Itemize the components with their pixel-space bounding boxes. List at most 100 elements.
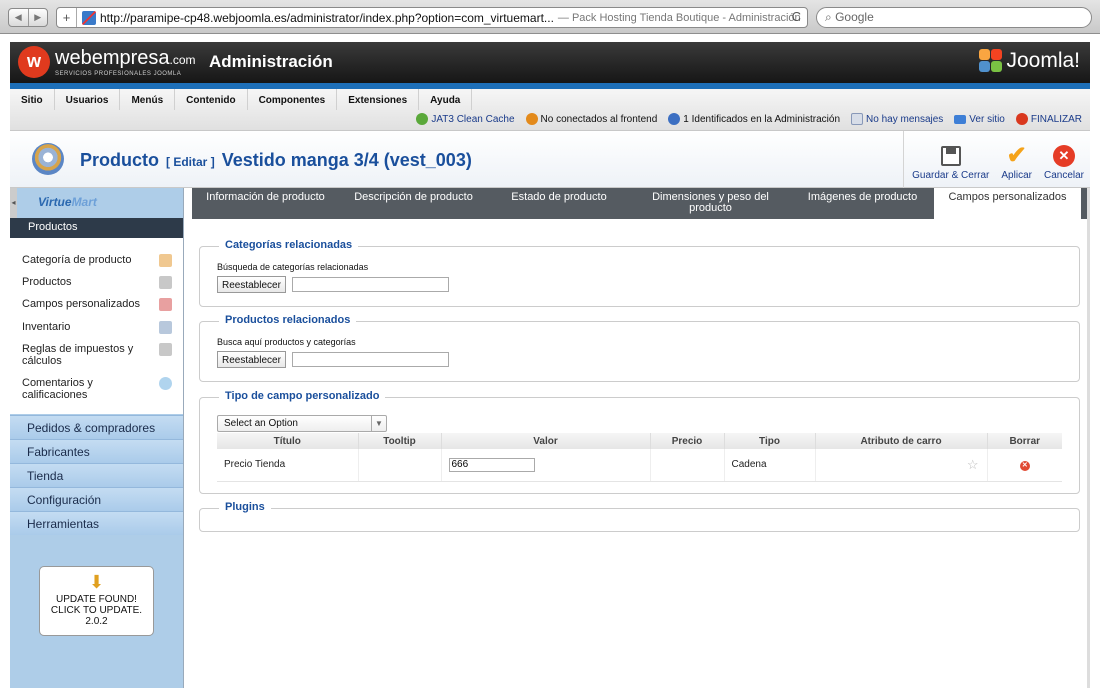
page-title: Producto [ Editar ] Vestido manga 3/4 (v… [80,150,472,171]
sidebar-item-inventario[interactable]: Inventario [22,321,172,334]
update-button[interactable]: ⬇ UPDATE FOUND! CLICK TO UPDATE. 2.0.2 [39,566,154,636]
content-border [1087,188,1090,688]
page-title-edit: [ Editar ] [166,155,215,169]
admin-users-icon [668,113,681,125]
clean-cache-label: JAT3 Clean Cache [431,113,515,125]
webempresa-logo[interactable]: w webempresa.com SERVICIOS PROFESIONALES… [18,46,196,78]
menu-extensiones[interactable]: Extensiones [337,89,420,110]
sidebar-item-impuestos[interactable]: Reglas de impuestos y cálculos [22,343,147,367]
cancel-icon: ✕ [1052,145,1075,167]
tab-imagenes[interactable]: Imágenes de producto [791,188,934,219]
sidebar-section-fabricantes[interactable]: Fabricantes [10,439,183,463]
cell-type: Cadena [724,449,816,482]
table-row: Precio Tienda Cadena ☆ ✕ [217,449,1062,482]
search-placeholder: Google [835,10,874,24]
sidebar-item-comentarios[interactable]: Comentarios y calificaciones [22,377,137,401]
virtuemart-logo[interactable]: VirtueMart [38,195,97,209]
related-categories-fieldset: Categorías relacionadas Búsqueda de cate… [199,239,1080,307]
reset-products-button[interactable]: Reestablecer [217,351,286,368]
related-categories-label: Búsqueda de categorías relacionadas [217,262,369,272]
sidebar-collapse-icon[interactable]: ◂ [10,188,17,218]
related-categories-input[interactable] [292,277,449,292]
toolbar-buttons: Guardar & Cerrar ✔ Aplicar ✕ Cancelar [903,131,1090,188]
custom-field-value-input[interactable] [448,457,535,472]
star-icon[interactable]: ☆ [967,457,979,472]
menu-menus[interactable]: Menús [120,89,176,110]
sidebar-section-configuracion[interactable]: Configuración [10,487,183,511]
reset-categories-button[interactable]: Reestablecer [217,276,286,293]
admin-users-label: 1 Identificados en la Administración [683,113,841,125]
related-products-input[interactable] [292,352,449,367]
tab-estado[interactable]: Estado de producto [488,188,630,219]
product-icon [32,143,64,175]
browser-search-input[interactable]: ⌕ Google [816,7,1092,28]
forward-icon[interactable]: ▶ [29,9,48,26]
tab-campos-personalizados[interactable]: Campos personalizados [934,188,1081,219]
col-precio: Precio [650,433,725,449]
cell-cart-attribute: ☆ [815,449,988,482]
menu-sitio[interactable]: Sitio [10,89,55,110]
back-icon[interactable]: ◀ [9,9,29,26]
reviews-icon [159,377,172,390]
logout-link[interactable]: FINALIZAR [1015,113,1082,125]
address-bar[interactable]: + http://paramipe-cp48.webjoomla.es/admi… [56,7,808,28]
inventory-icon [159,321,172,334]
view-site-link[interactable]: Ver sitio [954,114,1005,125]
related-categories-legend: Categorías relacionadas [219,239,359,251]
admin-header: w webempresa.com SERVICIOS PROFESIONALES… [10,42,1090,83]
add-bookmark-icon[interactable]: + [57,8,77,27]
checkmark-icon: ✔ [1006,142,1027,169]
cell-delete: ✕ [987,449,1062,482]
reload-icon[interactable]: C [792,9,801,24]
messages-link[interactable]: No hay mensajes [851,113,943,125]
delete-icon[interactable]: ✕ [1019,460,1030,471]
browser-toolbar: ◀ ▶ + http://paramipe-cp48.webjoomla.es/… [0,0,1100,34]
apply-button[interactable]: ✔ Aplicar [995,131,1038,188]
power-icon [1015,113,1028,125]
related-products-fieldset: Productos relacionados Busca aquí produc… [199,314,1080,382]
sidebar-item-productos[interactable]: Productos [22,276,172,289]
sidebar-section-pedidos[interactable]: Pedidos & compradores [10,415,183,439]
messages-label: No hay mensajes [866,113,944,125]
url-page-title: — Pack Hosting Tienda Boutique - Adminis… [557,11,801,24]
col-titulo: Título [217,433,359,449]
clean-cache-link[interactable]: JAT3 Clean Cache [416,113,515,125]
products-icon [159,276,172,289]
sidebar-item-categoria[interactable]: Categoría de producto [22,254,172,267]
recycle-icon [416,113,429,125]
tab-descripcion[interactable]: Descripción de producto [339,188,488,219]
page-title-main: Producto [80,150,159,170]
menu-ayuda[interactable]: Ayuda [419,89,473,110]
product-tabs: Información de producto Descripción de p… [192,188,1087,219]
cell-value [441,449,651,482]
custom-fields-table: Título Tooltip Valor Precio Tipo Atribut… [217,433,1062,482]
view-site-label: Ver sitio [969,113,1005,125]
custom-field-legend: Tipo de campo personalizado [219,390,386,402]
download-arrow-icon: ⬇ [88,572,105,592]
brand-tagline: SERVICIOS PROFESIONALES JOOMLA [55,70,182,77]
menu-componentes[interactable]: Componentes [248,89,338,110]
custom-fields-icon [159,298,172,311]
sidebar-section-productos[interactable]: Productos [10,218,183,238]
sidebar-section-tienda[interactable]: Tienda [10,463,183,487]
tab-informacion[interactable]: Información de producto [192,188,339,219]
users-icon [525,113,538,125]
admin-title: Administración [209,52,333,71]
nav-buttons: ◀ ▶ [8,8,48,27]
menu-usuarios[interactable]: Usuarios [55,89,121,110]
joomla-icon [979,49,1003,73]
logout-label: FINALIZAR [1030,113,1082,125]
cancel-button[interactable]: ✕ Cancelar [1038,131,1090,188]
custom-field-select[interactable]: Select an Option ▼ [217,415,387,432]
save-close-button[interactable]: Guardar & Cerrar [903,131,995,188]
sidebar-item-campos[interactable]: Campos personalizados [22,298,172,311]
menu-contenido[interactable]: Contenido [175,89,248,110]
frontend-users-label: No conectados al frontend [540,113,658,125]
custom-field-select-value: Select an Option [224,418,298,429]
sidebar: ◂ VirtueMart Productos Categoría de prod… [10,188,184,688]
chevron-down-icon: ▼ [371,416,386,431]
col-tipo: Tipo [724,433,816,449]
col-atributo: Atributo de carro [815,433,988,449]
tab-dimensiones[interactable]: Dimensiones y peso del producto [630,188,791,219]
sidebar-section-herramientas[interactable]: Herramientas [10,511,183,535]
